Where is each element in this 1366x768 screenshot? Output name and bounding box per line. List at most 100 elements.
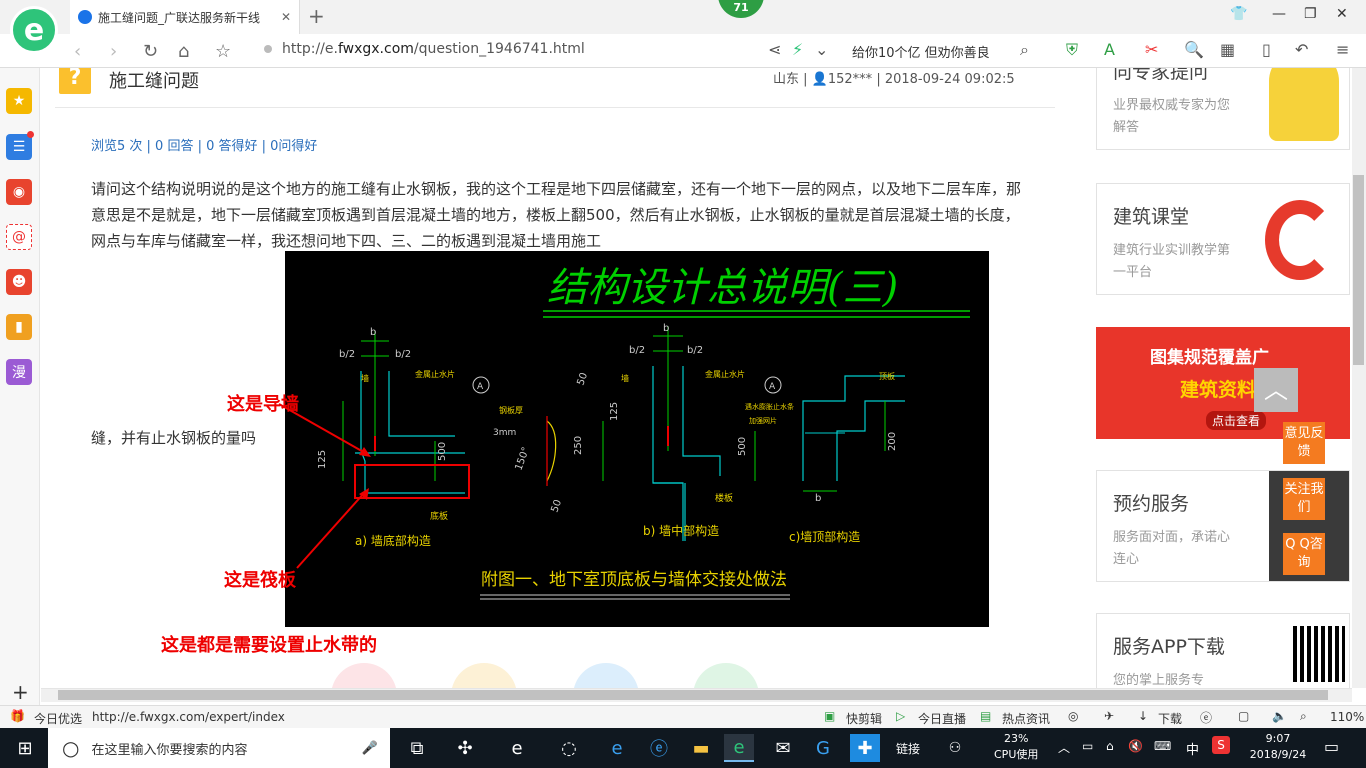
search-icon[interactable]: ⌕ — [1020, 40, 1029, 60]
links-toolbar[interactable]: 链接 — [896, 740, 920, 757]
mascot-icon — [1269, 68, 1339, 141]
network-icon[interactable]: ⌂ — [1106, 739, 1114, 753]
tab-close-icon[interactable]: ✕ — [281, 10, 291, 24]
ie-mode-icon[interactable]: ⓔ — [1200, 709, 1212, 726]
undo-icon[interactable]: ↶ — [1295, 40, 1308, 59]
sidebar-weibo-icon[interactable]: ◉ — [6, 179, 32, 205]
home-icon[interactable]: ⌂ — [178, 41, 189, 62]
app-card[interactable]: 服务APP下载 您的掌上服务专 — [1096, 613, 1350, 688]
clock[interactable]: 9:07 2018/9/24 — [1248, 731, 1308, 763]
status-item-live[interactable]: 今日直播 — [918, 710, 966, 727]
mail-app-icon[interactable]: ✉ — [768, 734, 798, 762]
pinwheel-app-icon[interactable]: ✣ — [450, 734, 480, 762]
pin-icon[interactable]: ✈ — [1104, 709, 1114, 723]
highlight-box — [354, 464, 470, 499]
expert-title: 向专家提问 — [1113, 68, 1209, 83]
vertical-scrollbar[interactable] — [1352, 68, 1366, 688]
refresh-icon[interactable]: ↻ — [143, 41, 158, 62]
people-icon[interactable]: ⚇ — [940, 734, 970, 762]
status-item-download[interactable]: 下载 — [1158, 710, 1182, 727]
security-shield-icon[interactable]: ⛨ — [1066, 40, 1078, 60]
gift-icon[interactable]: 🎁 — [10, 709, 25, 723]
search-suggestion[interactable]: 给你10个亿 但劝你善良 — [852, 42, 990, 61]
windows-taskbar: ⊞ ○ 在这里输入你要搜索的内容 🎤 ⧉ ✣ e ◌ e ⓔ ▬ e ✉ G ✚… — [0, 728, 1366, 768]
keyboard-icon[interactable]: ⌨ — [1154, 739, 1171, 753]
edge-legacy-icon[interactable]: e — [502, 734, 532, 762]
sidebar-favorites-icon[interactable]: ★ — [6, 88, 32, 114]
url-input[interactable]: http://e.fwxgx.com/question_1946741.html — [262, 41, 585, 57]
forward-icon[interactable]: › — [110, 41, 117, 62]
action-center-icon[interactable]: ▭ — [1324, 737, 1339, 756]
clip-icon: ▣ — [824, 709, 836, 723]
taskbar-search[interactable]: ○ 在这里输入你要搜索的内容 🎤 — [48, 728, 390, 768]
task-view-icon[interactable]: ⧉ — [402, 734, 432, 762]
taskbar-search-input[interactable]: 在这里输入你要搜索的内容 — [91, 739, 247, 758]
cpu-meter[interactable]: 23% CPU使用 — [994, 731, 1038, 763]
windows-start-icon[interactable]: ⊞ — [10, 734, 40, 762]
back-icon[interactable]: ‹ — [74, 41, 81, 62]
skin-icon[interactable]: 👕 — [1230, 6, 1247, 22]
magnifier-icon[interactable]: 🔍 — [1184, 40, 1204, 59]
tab-title: 施工缝问题_广联达服务新干线 — [98, 10, 261, 25]
close-icon[interactable]: ✕ — [1336, 6, 1348, 22]
file-explorer-icon[interactable]: ▬ — [686, 734, 716, 762]
status-url: http://e.fwxgx.com/expert/index — [92, 710, 285, 724]
app-subtitle: 您的掌上服务专 — [1113, 673, 1205, 688]
vertical-scroll-thumb[interactable] — [1353, 175, 1364, 365]
glodon-app-icon[interactable]: G — [808, 734, 838, 762]
zoom-icon[interactable]: ⌕ — [1300, 709, 1307, 724]
banner-line1: 图集规范覆盖广 — [1150, 348, 1269, 368]
sidebar-book-icon[interactable]: ▮ — [6, 314, 32, 340]
qq-consult-button[interactable]: Q Q咨询 — [1283, 533, 1325, 575]
live-icon: ▷ — [896, 709, 906, 723]
dropdown-icon[interactable]: ⌄ — [815, 40, 828, 59]
edge-icon[interactable]: e — [602, 734, 632, 762]
expert-card[interactable]: 向专家提问 业界最权威专家为您解答 — [1096, 68, 1350, 150]
new-tab-icon[interactable]: + — [308, 4, 325, 28]
360-browser-icon[interactable]: e — [724, 734, 754, 762]
translate-icon[interactable]: A — [1104, 40, 1115, 59]
window-icon[interactable]: ▢ — [1238, 709, 1249, 723]
restore-icon[interactable]: ❐ — [1304, 6, 1317, 22]
status-today-label[interactable]: 今日优选 — [34, 710, 82, 727]
sogou-ime-icon[interactable]: S — [1212, 736, 1230, 754]
browser-logo-icon[interactable]: e — [10, 6, 58, 54]
back-to-top-icon[interactable]: ︿ — [1254, 368, 1298, 412]
plus-app-icon[interactable]: ✚ — [850, 734, 880, 762]
share-icon[interactable]: ⋖ — [768, 40, 781, 59]
speaker-icon[interactable]: 🔇 — [1128, 739, 1143, 753]
battery-icon[interactable]: ▭ — [1082, 739, 1093, 753]
speed-icon[interactable]: ⚡ — [792, 40, 803, 59]
volume-icon[interactable]: 🔈 — [1272, 709, 1287, 723]
ie-icon[interactable]: ⓔ — [644, 734, 674, 762]
scissors-icon[interactable]: ✂ — [1145, 40, 1158, 59]
app-orbit-icon[interactable]: ◌ — [554, 734, 584, 762]
sidebar-mail-icon[interactable]: @ — [6, 224, 32, 250]
zoom-level[interactable]: 110% — [1330, 710, 1364, 724]
minimize-icon[interactable]: — — [1272, 6, 1286, 22]
ime-indicator[interactable]: 中 — [1186, 739, 1199, 758]
annotation-arrows — [278, 403, 470, 569]
class-card[interactable]: 建筑课堂 建筑行业实训教学第一平台 — [1096, 183, 1350, 295]
tab-favicon-icon — [78, 10, 92, 24]
sidebar-add-icon[interactable]: + — [12, 680, 29, 704]
menu-icon[interactable]: ≡ — [1336, 40, 1349, 59]
sidebar-comic-icon[interactable]: 漫 — [6, 359, 32, 385]
sidebar-list-icon[interactable]: ☰ — [6, 134, 32, 160]
tray-chevron-icon[interactable]: ︿ — [1058, 739, 1070, 756]
status-item-news[interactable]: 热点资讯 — [1002, 710, 1050, 727]
status-item-clip[interactable]: 快剪辑 — [846, 710, 882, 727]
clock-time: 9:07 — [1265, 732, 1291, 745]
horizontal-scroll-thumb[interactable] — [58, 690, 1328, 700]
apps-grid-icon[interactable]: ▦ — [1220, 40, 1235, 59]
class-logo-icon — [1265, 200, 1335, 280]
reader-icon[interactable]: ▯ — [1262, 40, 1271, 59]
favorite-star-icon[interactable]: ☆ — [215, 41, 231, 62]
follow-button[interactable]: 关注我们 — [1283, 478, 1325, 520]
feedback-button[interactable]: 意见反馈 — [1283, 422, 1325, 464]
sync-icon[interactable]: ◎ — [1068, 709, 1078, 723]
sidebar-game-icon[interactable]: ☻ — [6, 269, 32, 295]
browser-tab[interactable]: 施工缝问题_广联达服务新干线 ✕ — [70, 0, 300, 34]
microphone-icon[interactable]: 🎤 — [362, 741, 378, 756]
banner-button[interactable]: 点击查看 — [1206, 411, 1267, 430]
